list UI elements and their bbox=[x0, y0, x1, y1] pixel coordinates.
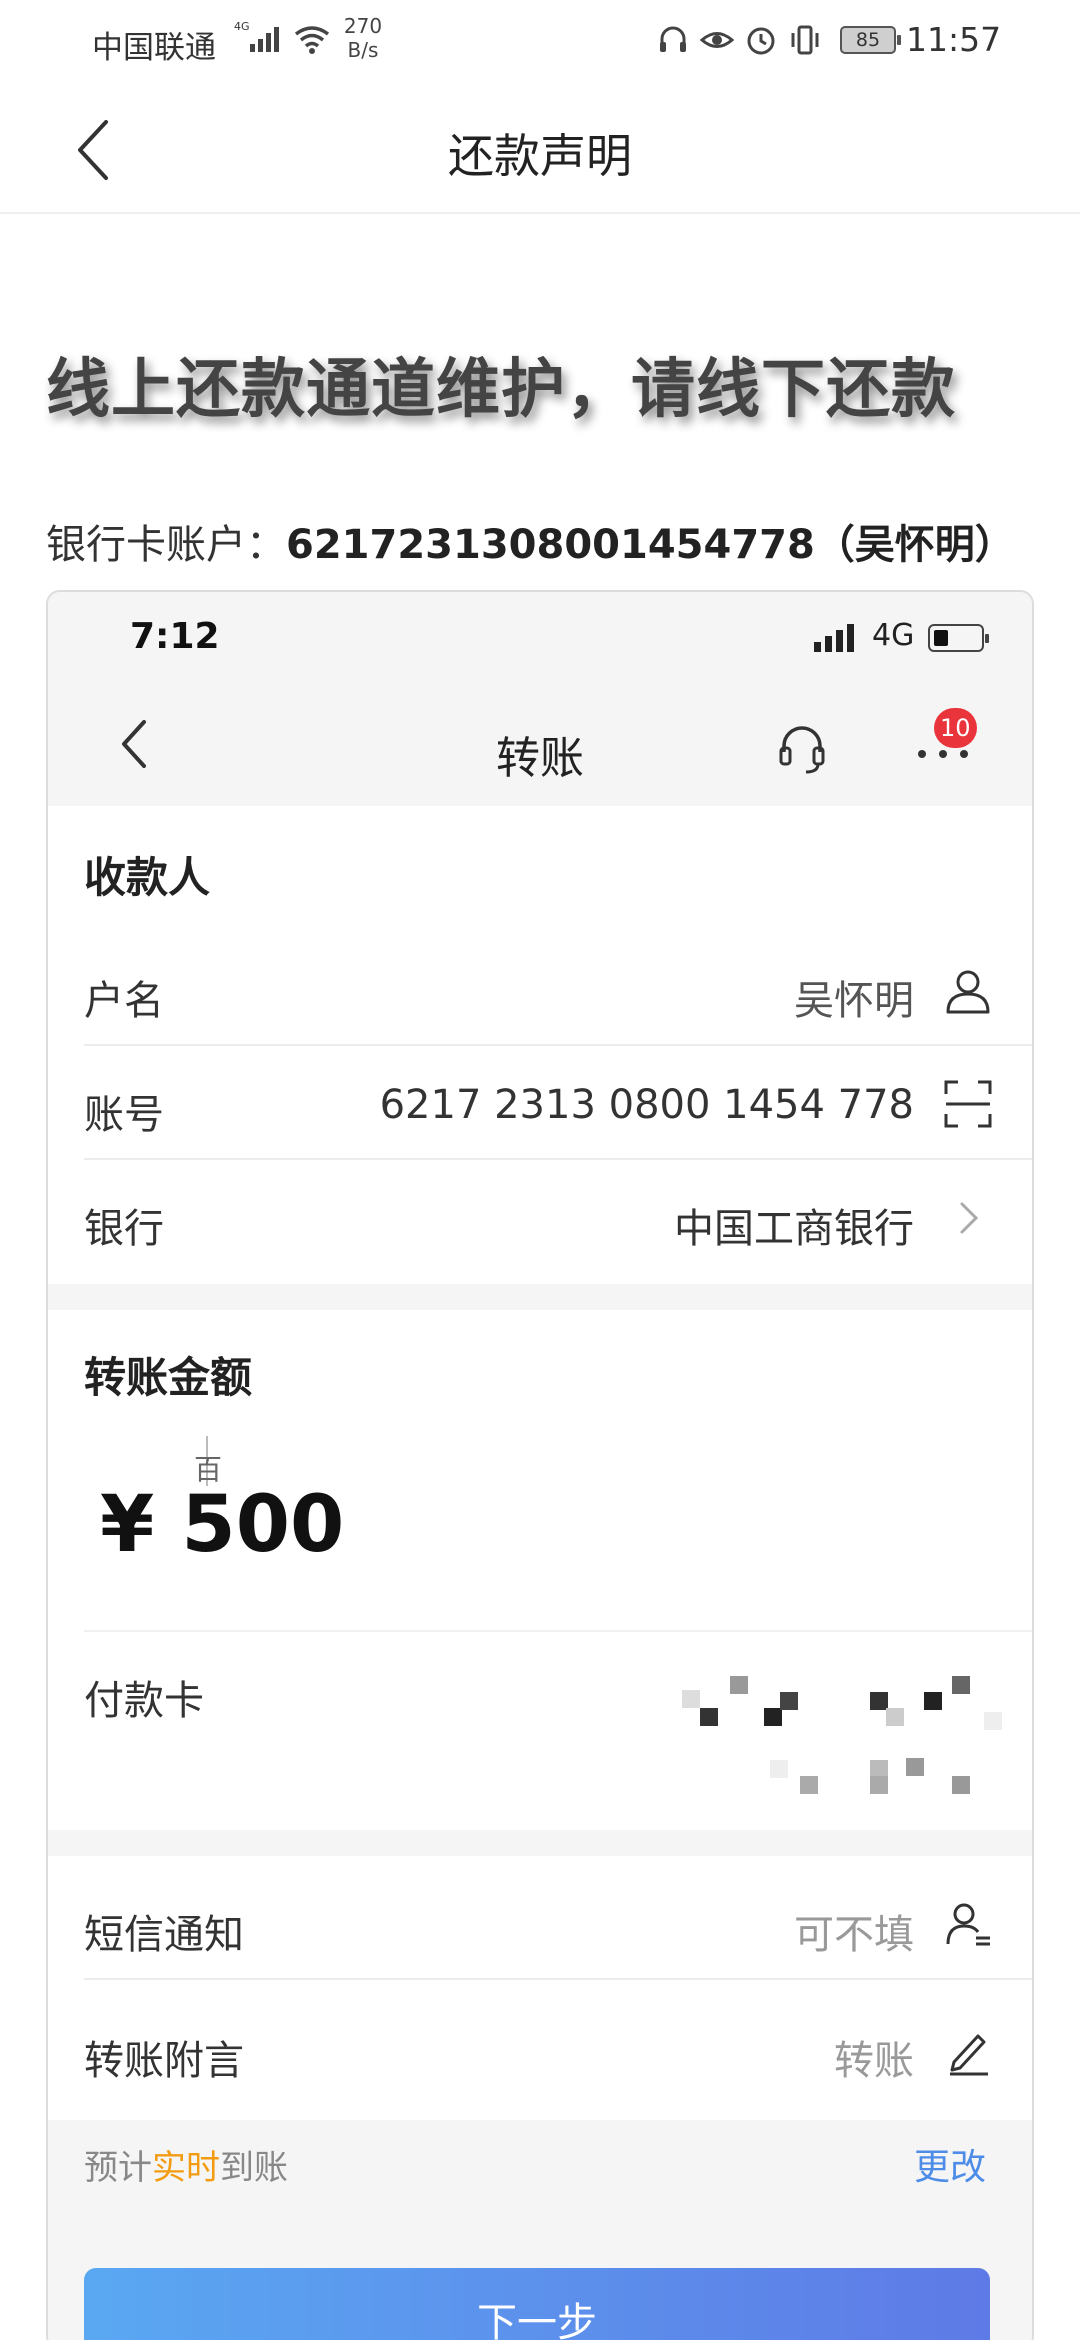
page-title: 还款声明 bbox=[448, 129, 632, 183]
pay-card-label: 付款卡 bbox=[84, 1678, 204, 1724]
payee-name-value: 吴怀明 bbox=[794, 978, 914, 1024]
alarm-icon bbox=[747, 27, 775, 55]
extras-section: 短信通知 可不填 转账附言 转账 bbox=[48, 1856, 1032, 2120]
amount-input[interactable]: ¥ 500 bbox=[100, 1480, 344, 1570]
inner-battery-icon bbox=[928, 624, 989, 652]
battery-indicator: 85 bbox=[840, 26, 901, 54]
scan-icon[interactable] bbox=[940, 1076, 996, 1132]
payee-section: 收款人 户名 吴怀明 账号 6217 2313 0800 1454 778 银行… bbox=[48, 806, 1032, 1284]
payee-name-label: 户名 bbox=[84, 978, 164, 1024]
remark-label: 转账附言 bbox=[84, 2038, 244, 2084]
account-value: 6217231308001454778（吴怀明） bbox=[286, 522, 1015, 568]
contact-list-icon[interactable] bbox=[940, 1896, 996, 1952]
wifi-icon bbox=[294, 26, 330, 54]
eta-highlight: 实时 bbox=[152, 2148, 220, 2188]
sms-notice-placeholder[interactable]: 可不填 bbox=[794, 1902, 914, 1960]
clock: 11:57 bbox=[906, 20, 1002, 59]
edit-icon[interactable] bbox=[940, 2022, 996, 2078]
remark-value[interactable]: 转账 bbox=[834, 2028, 914, 2086]
headphone-icon bbox=[660, 26, 686, 52]
eta-suffix: 到账 bbox=[220, 2148, 288, 2188]
payee-account-row[interactable]: 账号 6217 2313 0800 1454 778 bbox=[84, 1046, 1032, 1160]
vibrate-icon bbox=[791, 25, 819, 55]
eye-icon bbox=[700, 32, 734, 48]
notification-badge: 10 bbox=[934, 708, 977, 748]
contact-icon[interactable] bbox=[940, 962, 996, 1018]
blurred-card-info bbox=[674, 1672, 1004, 1812]
top-nav: 还款声明 bbox=[0, 82, 1080, 214]
amount-section: 转账金额 百 ¥ 500 付款卡 bbox=[48, 1310, 1032, 1830]
transfer-screenshot: 7:12 4G 转账 10 收款人 户名 吴怀明 账号 6217 2313 08… bbox=[46, 590, 1034, 2340]
account-label: 银行卡账户： bbox=[46, 522, 286, 568]
customer-service-icon[interactable] bbox=[774, 720, 830, 776]
status-icons bbox=[656, 20, 822, 60]
next-button[interactable]: 下一步 bbox=[84, 2268, 990, 2340]
payee-bank-value: 中国工商银行 bbox=[674, 1206, 914, 1252]
eta-prefix: 预计 bbox=[84, 2148, 152, 2188]
network-speed: 270 B/s bbox=[338, 14, 388, 62]
bank-account-line: 银行卡账户：6217231308001454778（吴怀明） bbox=[46, 512, 1015, 570]
status-bar: 中国联通 4G 270 B/s 85 11:57 bbox=[0, 0, 1080, 82]
sms-notice-row[interactable]: 短信通知 可不填 bbox=[84, 1866, 1032, 1980]
inner-network: 4G bbox=[872, 618, 915, 653]
payee-account-value: 6217 2313 0800 1454 778 bbox=[379, 1082, 914, 1128]
payee-account-label: 账号 bbox=[84, 1092, 164, 1138]
remark-row[interactable]: 转账附言 转账 bbox=[84, 1992, 1032, 2106]
inner-title: 转账 bbox=[496, 733, 584, 784]
pay-card-row[interactable]: 付款卡 bbox=[84, 1630, 1032, 1830]
maintenance-notice: 线上还款通道维护，请线下还款 bbox=[46, 353, 956, 427]
eta-bar: 预计实时到账 更改 bbox=[48, 2120, 1032, 2200]
eta-text: 预计实时到账 bbox=[84, 2140, 288, 2189]
chevron-right-icon bbox=[960, 1202, 979, 1234]
carrier-name: 中国联通 bbox=[92, 30, 216, 66]
inner-clock: 7:12 bbox=[130, 616, 220, 657]
amount-heading: 转账金额 bbox=[84, 1353, 253, 1402]
inner-nav: 转账 10 bbox=[48, 682, 1032, 806]
payee-bank-row[interactable]: 银行 中国工商银行 bbox=[84, 1160, 1032, 1274]
speed-value: 270 bbox=[343, 14, 383, 38]
inner-status-bar: 7:12 4G bbox=[48, 592, 1032, 682]
payee-name-row[interactable]: 户名 吴怀明 bbox=[84, 932, 1032, 1046]
speed-unit: B/s bbox=[347, 38, 379, 62]
sms-notice-label: 短信通知 bbox=[84, 1912, 244, 1958]
inner-signal-icon bbox=[814, 624, 854, 652]
payee-bank-label: 银行 bbox=[84, 1206, 164, 1252]
network-tag: 4G bbox=[234, 20, 250, 33]
payee-heading: 收款人 bbox=[84, 853, 211, 902]
cellular-signal-icon: 4G bbox=[234, 20, 279, 52]
change-link[interactable]: 更改 bbox=[914, 2138, 986, 2190]
